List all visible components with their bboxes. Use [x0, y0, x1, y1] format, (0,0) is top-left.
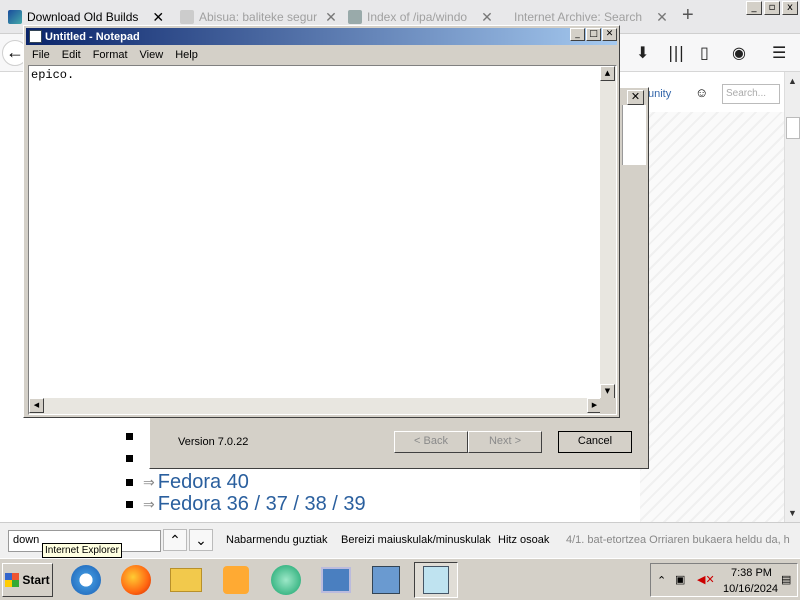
volume-muted-icon[interactable]: ◀✕ [697, 573, 715, 586]
close-tab-icon[interactable]: ✕ [481, 9, 493, 26]
library-icon[interactable]: ||| [668, 43, 684, 62]
scroll-down-icon[interactable]: ▼ [788, 508, 797, 518]
notepad-window: Untitled - Notepad _ □ ✕ File Edit Forma… [23, 25, 620, 418]
bullet [126, 432, 133, 440]
tab-label: Index of /ipa/windo [367, 10, 468, 24]
control-panel-icon[interactable] [314, 562, 358, 598]
scroll-down-icon[interactable]: ▼ [600, 384, 615, 399]
highlight-all-option[interactable]: Nabarmendu guztiak [226, 534, 328, 546]
tab-label: Abisua: baliteke segur [199, 10, 318, 24]
wizard-banner [622, 105, 646, 165]
find-status: 4/1. bat-etortzea Orriaren bukaera heldu… [566, 534, 790, 546]
resize-grip-icon[interactable] [600, 398, 616, 414]
list-item [126, 446, 143, 470]
nav-community-link[interactable]: unity [648, 88, 671, 100]
menu-edit[interactable]: Edit [56, 49, 87, 61]
cancel-button[interactable]: Cancel [558, 431, 632, 453]
messenger-icon[interactable] [264, 562, 308, 598]
tab-label: Internet Archive: Search [514, 10, 643, 24]
link-arrow-icon: ⇒ [143, 495, 155, 512]
match-case-option[interactable]: Bereizi maiuskulak/minuskulak [341, 534, 491, 546]
minimize-button[interactable]: _ [746, 1, 762, 15]
background-pattern [640, 112, 784, 522]
horizontal-scrollbar[interactable]: ◀ ▶ [29, 398, 602, 414]
list-link[interactable]: Fedora 40 [158, 471, 249, 494]
restore-button[interactable]: ▫ [764, 1, 780, 15]
chevron-up-icon[interactable]: ⌃ [657, 574, 666, 587]
download-icon[interactable]: ⬇ [636, 43, 649, 62]
site-favicon-icon [8, 10, 22, 24]
internet-explorer-icon[interactable] [64, 562, 108, 598]
warning-icon [180, 10, 194, 24]
scroll-thumb[interactable] [786, 117, 800, 139]
scroll-left-icon[interactable]: ◀ [29, 398, 44, 413]
menu-bar: File Edit Format View Help [26, 46, 204, 64]
menu-view[interactable]: View [134, 49, 170, 61]
minimize-button[interactable]: _ [570, 28, 585, 41]
folder-icon[interactable] [164, 562, 208, 598]
globe-icon [348, 10, 362, 24]
scroll-up-icon[interactable]: ▲ [788, 76, 797, 86]
list-link[interactable]: Fedora 36 / 37 / 38 / 39 [158, 493, 366, 516]
network-setup-icon[interactable] [364, 562, 408, 598]
document-text[interactable]: epico. [31, 68, 74, 82]
windows-logo-icon [5, 573, 20, 587]
sidebar-icon[interactable]: ▯ [700, 43, 709, 62]
list-item: ⇒ Fedora 36 / 37 / 38 / 39 [126, 492, 366, 516]
menu-format[interactable]: Format [87, 49, 134, 61]
firefox-icon[interactable] [114, 562, 158, 598]
window-title: Untitled - Notepad [45, 30, 140, 43]
back-button[interactable]: < Back [394, 431, 468, 453]
tooltip: Internet Explorer [42, 543, 122, 558]
version-label: Version 7.0.22 [178, 436, 249, 448]
menu-help[interactable]: Help [169, 49, 204, 61]
notification-icon[interactable]: ▤ [781, 573, 791, 586]
window-controls: _ ▫ x [746, 1, 798, 15]
maximize-button[interactable]: □ [586, 28, 601, 41]
vertical-scrollbar[interactable]: ▲ ▼ [600, 66, 616, 399]
taskbar: Start ⌃ ▣ ◀✕ 7:38 PM 10/16/2024 ▤ [0, 558, 800, 600]
link-arrow-icon: ⇒ [143, 473, 155, 490]
system-tray: ⌃ ▣ ◀✕ 7:38 PM 10/16/2024 ▤ [650, 563, 798, 597]
menu-file[interactable]: File [26, 49, 56, 61]
find-next-button[interactable]: ⌄ [189, 529, 213, 551]
bullet [126, 478, 133, 486]
notepad-window-controls: _ □ ✕ [570, 28, 617, 41]
list-item [126, 424, 143, 448]
next-button[interactable]: Next > [468, 431, 542, 453]
start-label: Start [22, 573, 50, 587]
notepad-titlebar[interactable]: Untitled - Notepad [26, 28, 617, 45]
tab-label: Download Old Builds [27, 10, 139, 24]
page-scrollbar[interactable]: ▲ ▼ [784, 72, 800, 522]
list-item: ⇒ Fedora 40 [126, 470, 249, 494]
find-previous-button[interactable]: ⌃ [163, 529, 187, 551]
notepad-task-icon[interactable] [414, 562, 458, 598]
close-button[interactable]: x [782, 1, 798, 15]
media-player-icon[interactable] [214, 562, 258, 598]
network-icon[interactable]: ▣ [675, 573, 685, 586]
wizard-close-button[interactable]: ✕ [627, 90, 644, 105]
user-icon[interactable]: ☺ [695, 85, 708, 100]
bullet [126, 500, 133, 508]
whole-words-option[interactable]: Hitz osoak [498, 534, 549, 546]
site-search-input[interactable]: Search... [722, 84, 780, 104]
account-icon[interactable]: ◉ [732, 43, 746, 62]
close-button[interactable]: ✕ [602, 28, 617, 41]
bullet [126, 454, 133, 462]
new-tab-button[interactable]: + [682, 4, 694, 27]
clock-time[interactable]: 7:38 PM [731, 567, 772, 579]
clock-date[interactable]: 10/16/2024 [723, 583, 778, 595]
menu-icon[interactable]: ☰ [772, 43, 786, 62]
text-editor[interactable]: epico. ▲ ▼ ◀ ▶ [28, 65, 617, 415]
start-button[interactable]: Start [2, 563, 53, 597]
scroll-up-icon[interactable]: ▲ [600, 66, 615, 81]
close-tab-icon[interactable]: ✕ [656, 9, 668, 26]
close-tab-icon[interactable]: ✕ [325, 9, 337, 26]
notepad-icon [29, 30, 42, 43]
close-tab-icon[interactable]: ✕ [152, 9, 164, 26]
